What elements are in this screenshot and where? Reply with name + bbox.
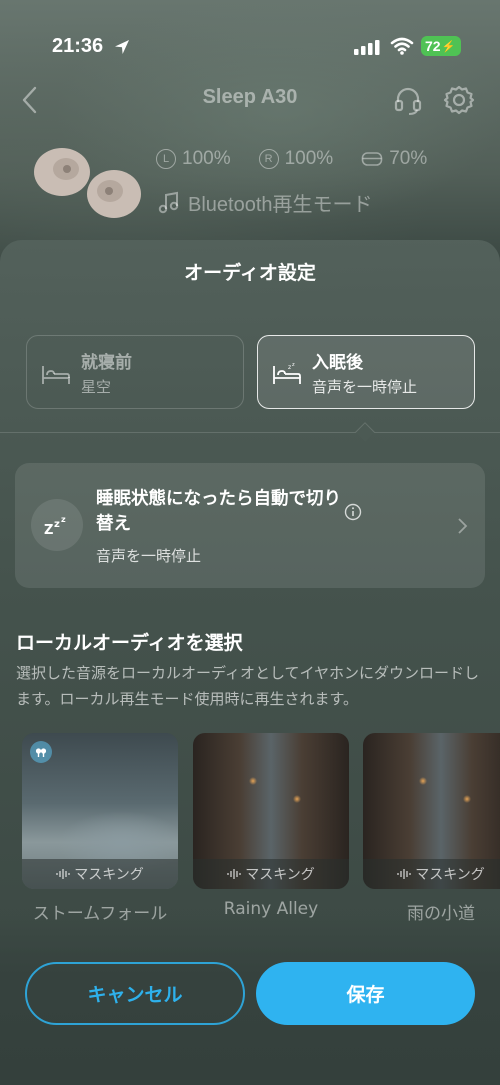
- left-label-icon: L: [156, 149, 176, 169]
- gear-icon[interactable]: [442, 83, 476, 117]
- earbud-download-icon: [30, 741, 52, 763]
- local-audio-title: ローカルオーディオを選択: [16, 632, 243, 654]
- svg-text:Z: Z: [44, 523, 53, 536]
- audio-thumbnail: マスキング: [363, 733, 500, 889]
- back-chevron-icon[interactable]: [16, 84, 44, 116]
- left-battery-value: 100%: [182, 148, 231, 169]
- music-note-icon: [158, 191, 179, 213]
- device-title: Sleep A30: [202, 86, 298, 108]
- auto-switch-card[interactable]: Z z z 睡眠状態になったら自動で切り替え 音声を一時停止: [15, 463, 485, 588]
- audio-tag-label: マスキング: [415, 867, 485, 883]
- right-label-icon: R: [258, 149, 279, 169]
- audio-thumbnail: マスキング: [193, 733, 349, 889]
- wifi-icon: [390, 37, 414, 55]
- cancel-button[interactable]: キャンセル: [25, 962, 245, 1025]
- bed-icon: [42, 366, 70, 384]
- audio-thumbnail: マスキング: [22, 733, 178, 889]
- battery-levels: L 100% R 100% 70%: [156, 147, 455, 171]
- right-earbud-battery: R 100%: [258, 148, 334, 170]
- phase-title: 入眠後: [312, 353, 363, 373]
- phase-card-after-sleep[interactable]: z z 入眠後 音声を一時停止: [257, 335, 475, 409]
- info-icon[interactable]: [344, 503, 362, 521]
- status-bar: 21:36 72 ⚡: [0, 30, 500, 64]
- battery-level: 72: [425, 38, 441, 54]
- location-arrow-icon: [115, 40, 129, 54]
- waveform-icon: [397, 869, 411, 879]
- audio-tag: マスキング: [363, 859, 500, 889]
- charging-case-icon: [361, 152, 383, 166]
- sheet-title: オーディオ設定: [184, 262, 316, 284]
- svg-text:z: z: [292, 362, 295, 368]
- headset-support-icon[interactable]: [392, 84, 424, 116]
- chevron-right-icon: [458, 518, 468, 534]
- audio-item[interactable]: マスキング Rainy Alley: [193, 733, 349, 919]
- phase-subtitle: 星空: [81, 378, 112, 396]
- local-audio-list: マスキング ストームフォール マスキング Rainy Alley マスキング 雨…: [22, 733, 500, 923]
- auto-switch-title: 睡眠状態になったら自動で切り替え: [96, 489, 341, 534]
- battery-indicator: 72 ⚡: [421, 36, 461, 56]
- phase-subtitle: 音声を一時停止: [312, 378, 418, 396]
- svg-text:z: z: [288, 364, 291, 371]
- audio-tag-label: マスキング: [245, 867, 315, 883]
- playback-mode-label: Bluetooth再生モード: [188, 194, 373, 216]
- right-battery-value: 100%: [284, 148, 334, 169]
- audio-item[interactable]: マスキング ストームフォール: [22, 733, 178, 923]
- save-button[interactable]: 保存: [256, 962, 475, 1025]
- svg-text:z: z: [54, 519, 60, 530]
- phase-title: 就寝前: [81, 353, 132, 373]
- waveform-icon: [227, 869, 241, 879]
- case-battery-value: 70%: [389, 148, 428, 169]
- local-audio-description: 選択した音源をローカルオーディオとしてイヤホンにダウンロードします。ローカル再生…: [16, 664, 480, 708]
- audio-tag: マスキング: [22, 859, 178, 889]
- waveform-icon: [56, 869, 70, 879]
- left-earbud-battery: L 100%: [156, 148, 231, 170]
- audio-tag-label: マスキング: [74, 867, 144, 883]
- audio-item[interactable]: マスキング 雨の小道: [363, 733, 500, 923]
- sleeping-bed-icon: z z: [273, 362, 301, 384]
- phase-divider: [0, 432, 500, 433]
- auto-switch-subtitle: 音声を一時停止: [96, 547, 202, 565]
- status-time: 21:36: [52, 35, 104, 57]
- phase-card-before-sleep[interactable]: 就寝前 星空: [26, 335, 244, 409]
- zzz-sleep-icon: Z z z: [31, 499, 83, 551]
- charging-bolt-icon: ⚡: [441, 40, 456, 53]
- playback-mode: Bluetooth再生モード: [158, 188, 373, 217]
- cellular-signal-icon: [354, 40, 380, 55]
- earbuds-image: [34, 148, 141, 218]
- svg-text:z: z: [61, 515, 66, 524]
- audio-tag: マスキング: [193, 859, 349, 889]
- case-battery: 70%: [361, 148, 427, 170]
